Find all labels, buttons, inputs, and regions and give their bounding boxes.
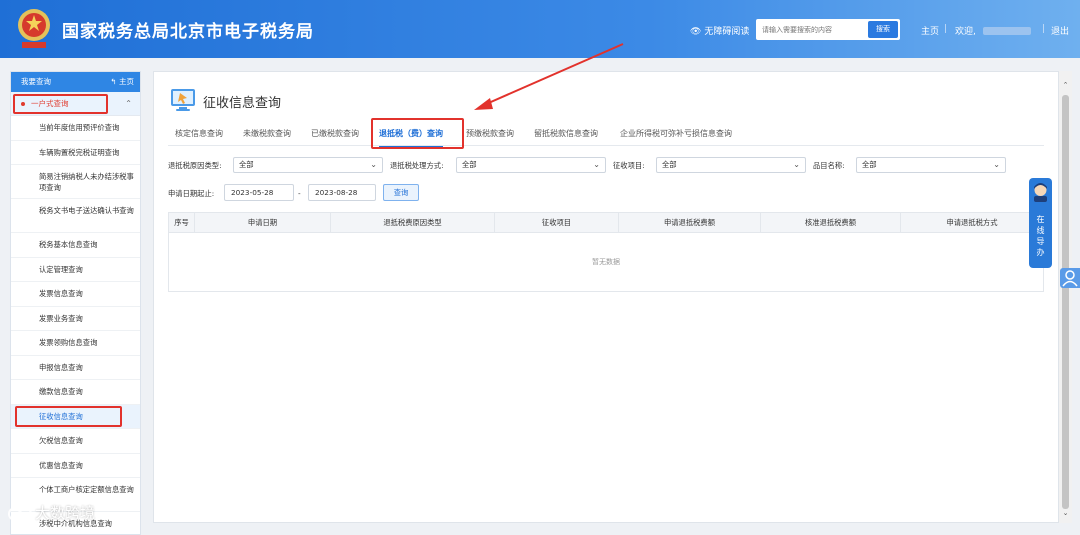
levy-item-label: 征收项目: — [613, 161, 645, 170]
levy-item-select[interactable]: 全部 ⌄ — [656, 157, 806, 173]
accessibility-label: 无障碍阅读 — [704, 27, 750, 37]
empty-state-text: 暂无数据 — [592, 258, 620, 266]
search-input[interactable] — [756, 19, 868, 40]
watermark-logo-icon — [8, 506, 32, 521]
logout-link[interactable]: 退出 — [1051, 24, 1069, 37]
top-header: 国家税务总局北京市电子税务局 👁 无障碍阅读 搜索 主页 | 欢迎, | 退出 — [0, 0, 1080, 58]
column-header: 申请退抵税费额 — [619, 213, 761, 233]
main-scrollbar[interactable]: ⌃ ⌄ — [1059, 71, 1072, 523]
sidebar-item[interactable]: 发票业务查询 — [11, 307, 140, 331]
sidebar-item[interactable]: 当前年度信用预评价查询 — [11, 116, 140, 141]
sidebar-item[interactable]: 发票信息查询 — [11, 282, 140, 307]
tab-unpaid[interactable]: 未缴税款查询 — [243, 123, 291, 145]
refund-reason-label: 退抵税原因类型: — [168, 161, 222, 170]
refund-method-label: 退抵税处理方式: — [390, 161, 444, 170]
national-emblem-logo — [18, 9, 50, 48]
sidebar-item[interactable]: 申报信息查询 — [11, 356, 140, 380]
tab-paid[interactable]: 已缴税款查询 — [311, 123, 359, 145]
watermark: 大数跨境 — [8, 502, 95, 523]
column-header: 退抵税费原因类型 — [331, 213, 495, 233]
tab-divider — [168, 145, 1044, 146]
date-separator: - — [298, 189, 301, 198]
tab-verification[interactable]: 核定信息查询 — [175, 123, 223, 145]
column-header: 序号 — [169, 213, 195, 233]
sidebar-title: 我要查询 — [21, 77, 51, 86]
eye-icon: 👁 — [690, 27, 702, 37]
chevron-down-icon: ⌄ — [593, 160, 600, 169]
sidebar-item[interactable]: 欠税信息查询 — [11, 429, 140, 454]
tab-loss-carryforward[interactable]: 企业所得税可弥补亏损信息查询 — [620, 123, 732, 145]
search-box: 搜索 — [756, 19, 900, 40]
results-table: 序号 申请日期 退抵税费原因类型 征收项目 申请退抵税费额 核准退抵税费额 申请… — [168, 212, 1044, 292]
chevron-down-icon: ⌄ — [993, 160, 1000, 169]
scroll-up-arrow-icon[interactable]: ⌃ — [1059, 79, 1072, 91]
query-button[interactable]: 查询 — [383, 184, 419, 201]
online-guide-label: 在 线 导 办 — [1036, 215, 1045, 257]
refund-method-select[interactable]: 全部 ⌄ — [456, 157, 606, 173]
sidebar-header: 我要查询 ↰ 主页 — [11, 72, 140, 92]
date-range-label: 申请日期起止: — [168, 189, 215, 198]
back-arrow-icon: ↰ — [110, 77, 119, 86]
scroll-down-arrow-icon[interactable]: ⌄ — [1059, 507, 1072, 519]
highlight-box-tab — [371, 118, 464, 149]
highlight-box-group — [13, 94, 108, 114]
watermark-text: 大数跨境 — [35, 504, 96, 522]
item-name-select[interactable]: 全部 ⌄ — [856, 157, 1006, 173]
online-guide-tab[interactable]: 在 线 导 办 — [1029, 178, 1052, 268]
user-service-icon[interactable] — [1060, 268, 1080, 288]
sidebar-item[interactable]: 发票领购信息查询 — [11, 331, 140, 356]
highlight-box-levy-query — [15, 406, 122, 427]
sidebar-item[interactable]: 认定管理查询 — [11, 258, 140, 282]
chevron-down-icon: ⌄ — [793, 160, 800, 169]
sidebar-home-link[interactable]: ↰ 主页 — [110, 72, 134, 92]
tab-prepaid[interactable]: 预缴税款查询 — [466, 123, 514, 145]
username-redacted — [983, 27, 1031, 35]
column-header: 申请日期 — [195, 213, 331, 233]
home-link[interactable]: 主页 — [921, 24, 939, 37]
start-date-input[interactable]: 2023-05-28 — [224, 184, 294, 201]
column-header: 核准退抵税费额 — [761, 213, 901, 233]
sidebar-item[interactable]: 优惠信息查询 — [11, 454, 140, 478]
column-header: 征收项目 — [495, 213, 619, 233]
welcome-text: 欢迎, — [955, 27, 976, 37]
assistant-avatar-icon — [1034, 183, 1047, 202]
chevron-down-icon: ⌄ — [370, 160, 377, 169]
sidebar-item[interactable]: 缴款信息查询 — [11, 380, 140, 405]
refund-reason-select[interactable]: 全部 ⌄ — [233, 157, 383, 173]
search-button[interactable]: 搜索 — [868, 21, 898, 38]
page-title: 征收信息查询 — [203, 96, 282, 111]
item-name-label: 品目名称: — [813, 161, 845, 170]
sidebar: 我要查询 ↰ 主页 一户式查询 ⌃ 当前年度信用预评价查询 车辆购置税完税证明查… — [10, 71, 141, 535]
end-date-input[interactable]: 2023-08-28 — [308, 184, 376, 201]
chevron-up-icon: ⌃ — [125, 99, 132, 108]
column-header: 申请退抵税方式 — [946, 218, 998, 227]
site-title: 国家税务总局北京市电子税务局 — [62, 22, 314, 42]
accessibility-link[interactable]: 👁 无障碍阅读 — [690, 24, 749, 37]
tab-retained-credit[interactable]: 留抵税款信息查询 — [534, 123, 598, 145]
table-header: 序号 申请日期 退抵税费原因类型 征收项目 申请退抵税费额 核准退抵税费额 申请… — [169, 213, 1043, 233]
sidebar-item[interactable]: 税务基本信息查询 — [11, 233, 140, 258]
monitor-icon — [171, 89, 195, 111]
scroll-thumb[interactable] — [1062, 95, 1069, 509]
sidebar-item[interactable]: 税务文书电子送达确认书查询 — [11, 199, 140, 233]
sidebar-item[interactable]: 车辆购置税完税证明查询 — [11, 141, 140, 165]
sidebar-item[interactable]: 简易注销纳税人未办结涉税事项查询 — [11, 165, 140, 199]
